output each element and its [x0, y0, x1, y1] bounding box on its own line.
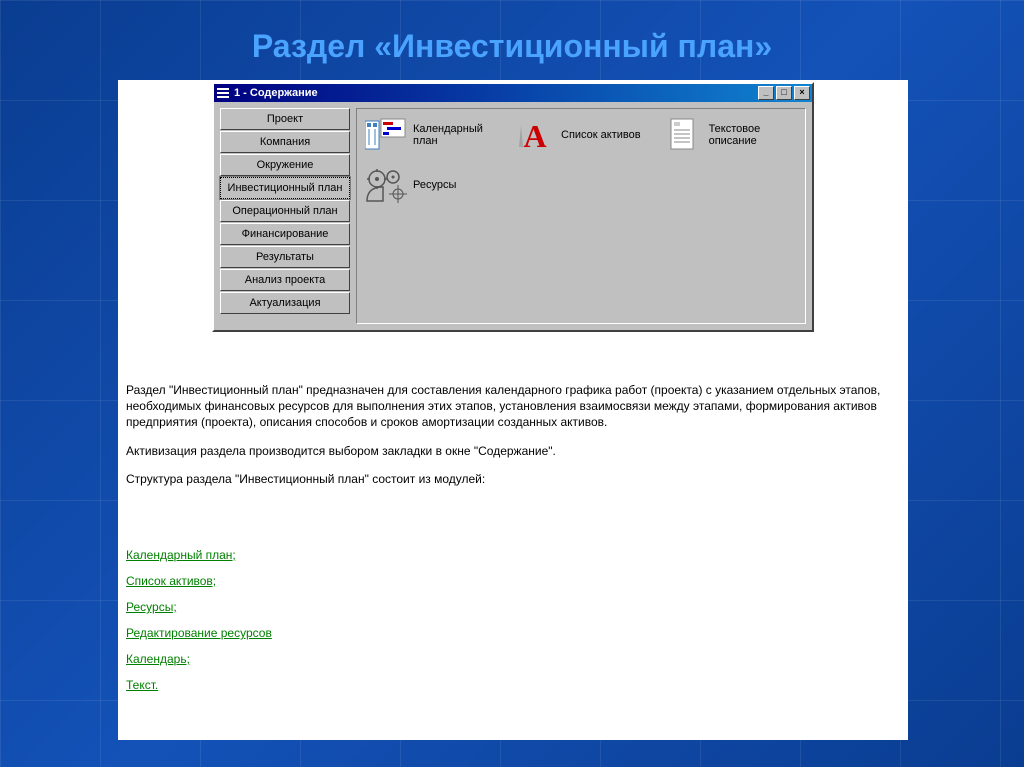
- text-description-label: Текстовое описание: [709, 123, 789, 147]
- description-text: Раздел "Инвестиционный план" предназначе…: [126, 382, 900, 499]
- tab-project[interactable]: Проект: [220, 108, 350, 130]
- window-icon: [216, 86, 230, 100]
- tab-company[interactable]: Компания: [220, 131, 350, 153]
- window-title: 1 - Содержание: [234, 87, 758, 99]
- app-window: 1 - Содержание _ □ × Проект Компания Окр…: [212, 82, 814, 332]
- close-button[interactable]: ×: [794, 86, 810, 100]
- paragraph-3: Структура раздела "Инвестиционный план" …: [126, 471, 900, 487]
- link-resource-editing[interactable]: Редактирование ресурсов: [126, 626, 272, 640]
- assets-list-item[interactable]: A Список активов: [513, 117, 641, 153]
- assets-list-label: Список активов: [561, 129, 641, 141]
- link-text[interactable]: Текст.: [126, 678, 272, 692]
- content-card: 1 - Содержание _ □ × Проект Компания Окр…: [118, 80, 908, 740]
- tab-operational-plan[interactable]: Операционный план: [220, 200, 350, 222]
- link-calendar[interactable]: Календарь;: [126, 652, 272, 666]
- paragraph-2: Активизация раздела производится выбором…: [126, 443, 900, 459]
- tab-investment-plan[interactable]: Инвестиционный план: [220, 177, 350, 199]
- tab-environment[interactable]: Окружение: [220, 154, 350, 176]
- tab-financing[interactable]: Финансирование: [220, 223, 350, 245]
- calendar-plan-label: Календарный план: [413, 123, 493, 147]
- maximize-button[interactable]: □: [776, 86, 792, 100]
- window-body: Проект Компания Окружение Инвестиционный…: [214, 102, 812, 330]
- tab-project-analysis[interactable]: Анализ проекта: [220, 269, 350, 291]
- link-calendar-plan[interactable]: Календарный план;: [126, 548, 272, 562]
- resources-label: Ресурсы: [413, 179, 456, 191]
- minimize-button[interactable]: _: [758, 86, 774, 100]
- document-icon: [661, 117, 703, 153]
- svg-text:A: A: [523, 118, 546, 153]
- link-assets-list[interactable]: Список активов;: [126, 574, 272, 588]
- link-resources[interactable]: Ресурсы;: [126, 600, 272, 614]
- tab-results[interactable]: Результаты: [220, 246, 350, 268]
- gantt-icon: [365, 117, 407, 153]
- resources-item[interactable]: Ресурсы: [365, 167, 797, 203]
- slide-title: Раздел «Инвестиционный план»: [0, 28, 1024, 65]
- gears-icon: [365, 167, 407, 203]
- calendar-plan-item[interactable]: Календарный план: [365, 117, 493, 153]
- letter-a-icon: A: [513, 117, 555, 153]
- text-description-item[interactable]: Текстовое описание: [661, 117, 789, 153]
- module-links: Календарный план; Список активов; Ресурс…: [126, 548, 272, 704]
- sidebar-tabs: Проект Компания Окружение Инвестиционный…: [220, 108, 350, 324]
- window-controls: _ □ ×: [758, 86, 810, 100]
- paragraph-1: Раздел "Инвестиционный план" предназначе…: [126, 382, 900, 431]
- titlebar: 1 - Содержание _ □ ×: [214, 84, 812, 102]
- icon-panel: Календарный план A Список активов: [356, 108, 806, 324]
- tab-actualization[interactable]: Актуализация: [220, 292, 350, 314]
